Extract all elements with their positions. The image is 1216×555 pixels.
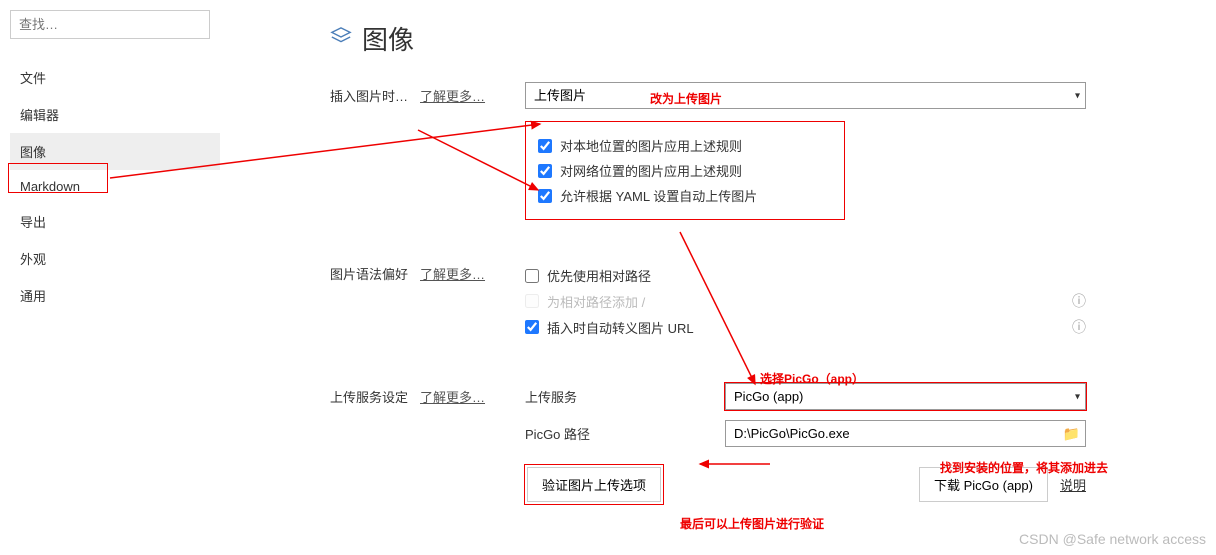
insert-label: 插入图片时… xyxy=(330,82,420,105)
sidebar-item-export[interactable]: 导出 xyxy=(10,203,220,240)
sidebar-item-file[interactable]: 文件 xyxy=(10,59,220,96)
cb-network-label: 对网络位置的图片应用上述规则 xyxy=(560,161,742,180)
insert-action-select[interactable]: 上传图片 xyxy=(525,82,1086,109)
explain-link[interactable]: 说明 xyxy=(1060,475,1086,494)
cb-local-rule[interactable] xyxy=(538,139,552,153)
help-icon[interactable]: ⓘ xyxy=(1072,317,1086,337)
cb-relative[interactable] xyxy=(525,269,539,283)
learn-more-insert[interactable]: 了解更多… xyxy=(420,82,485,105)
learn-more-syntax[interactable]: 了解更多… xyxy=(420,260,485,283)
upload-label: 上传服务设定 xyxy=(330,383,420,406)
cb-escape[interactable] xyxy=(525,320,539,334)
sidebar-item-appearance[interactable]: 外观 xyxy=(10,240,220,277)
sidebar-item-markdown[interactable]: Markdown xyxy=(10,170,220,203)
syntax-label: 图片语法偏好 xyxy=(330,260,420,283)
insert-action-select-wrap: 上传图片 ▾ xyxy=(525,82,1086,109)
annotation-verify: 最后可以上传图片进行验证 xyxy=(680,515,824,532)
cb-escape-label: 插入时自动转义图片 URL xyxy=(547,318,694,337)
sidebar-item-general[interactable]: 通用 xyxy=(10,277,220,314)
cb-yaml-rule[interactable] xyxy=(538,189,552,203)
upload-service-select[interactable]: PicGo (app) xyxy=(725,383,1086,410)
learn-more-upload[interactable]: 了解更多… xyxy=(420,383,485,406)
sidebar-item-editor[interactable]: 编辑器 xyxy=(10,96,220,133)
folder-icon[interactable]: 📁 xyxy=(1063,425,1080,442)
cb-prefix-label: 为相对路径添加 / xyxy=(547,292,645,311)
picgo-path-label: PicGo 路径 xyxy=(525,424,725,443)
annotation-select-picgo: 选择PicGo（app） xyxy=(760,370,864,387)
sidebar: 文件 编辑器 图像 Markdown 导出 外观 通用 xyxy=(0,0,220,555)
insert-rules-group: 对本地位置的图片应用上述规则 对网络位置的图片应用上述规则 允许根据 YAML … xyxy=(525,121,845,220)
picgo-path-input[interactable] xyxy=(725,420,1086,447)
annotation-change-upload: 改为上传图片 xyxy=(650,90,722,107)
cb-prefix xyxy=(525,294,539,308)
help-icon[interactable]: ⓘ xyxy=(1072,291,1086,311)
search-input[interactable] xyxy=(10,10,210,39)
cb-relative-label: 优先使用相对路径 xyxy=(547,266,651,285)
annotation-find-install: 找到安装的位置，将其添加进去 xyxy=(940,459,1108,476)
watermark: CSDN @Safe network access xyxy=(1019,531,1206,547)
validate-upload-button[interactable]: 验证图片上传选项 xyxy=(527,467,661,502)
page-title: 图像 xyxy=(362,20,414,57)
upload-service-label: 上传服务 xyxy=(525,387,725,406)
cb-yaml-label: 允许根据 YAML 设置自动上传图片 xyxy=(560,186,757,205)
cb-network-rule[interactable] xyxy=(538,164,552,178)
sidebar-item-image[interactable]: 图像 xyxy=(10,133,220,170)
sidebar-nav: 文件 编辑器 图像 Markdown 导出 外观 通用 xyxy=(10,59,220,314)
layers-icon xyxy=(330,26,352,51)
cb-local-label: 对本地位置的图片应用上述规则 xyxy=(560,136,742,155)
